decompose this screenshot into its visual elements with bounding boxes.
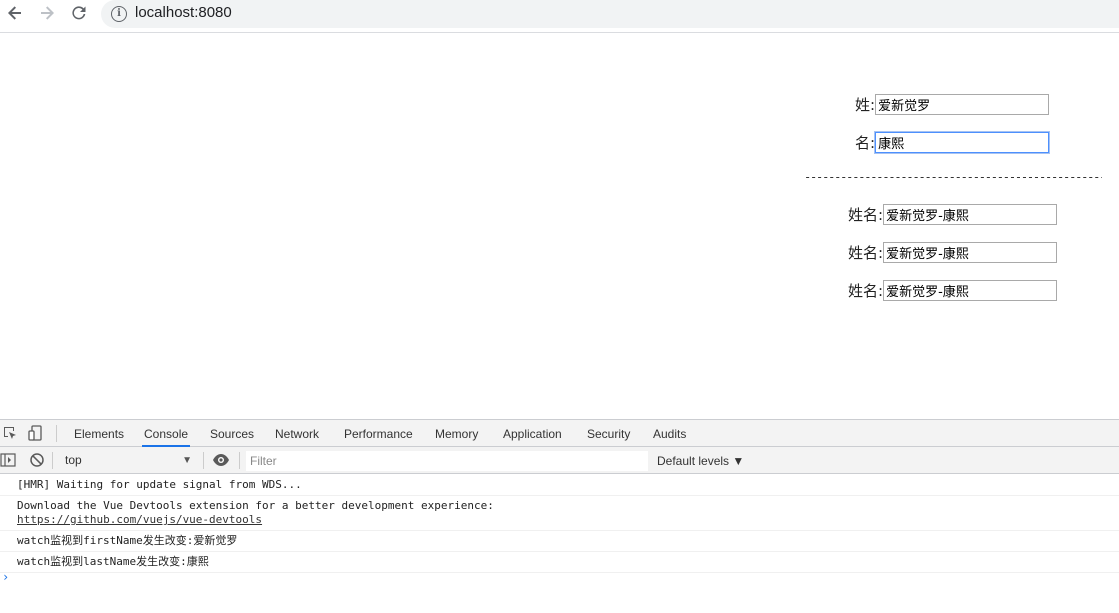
console-message: watch监视到firstName发生改变:爱新觉罗 [0, 531, 1119, 552]
inspect-element-icon[interactable] [2, 425, 18, 441]
last-name-row: 名: [855, 131, 1050, 153]
tab-performance[interactable]: Performance [342, 420, 415, 447]
console-message: Download the Vue Devtools extension for … [0, 496, 1119, 531]
reload-icon[interactable] [67, 4, 91, 26]
full-name-row-3: 姓名: [848, 279, 1058, 301]
devtools-panel: Elements Console Sources Network Perform… [0, 419, 1119, 612]
filter-input[interactable]: Filter [246, 451, 648, 471]
full-name-label: 姓名: [848, 205, 884, 224]
tab-console[interactable]: Console [142, 420, 191, 447]
console-message-text: Download the Vue Devtools extension for … [17, 499, 494, 512]
first-name-input[interactable] [875, 93, 1050, 115]
full-name-input-3[interactable] [883, 279, 1058, 301]
toolbar-separator [56, 425, 57, 442]
toolbar-separator [203, 452, 204, 469]
context-selector-value: top [65, 453, 82, 467]
device-toolbar-icon[interactable] [28, 425, 44, 441]
console-toolbar: top ▼ Filter Default levels ▼ [0, 447, 1119, 474]
tab-audits[interactable]: Audits [651, 420, 688, 447]
live-expression-icon[interactable] [212, 452, 229, 468]
full-name-row-1: 姓名: [848, 203, 1058, 225]
devtools-tab-bar: Elements Console Sources Network Perform… [0, 420, 1119, 447]
full-name-input-2[interactable] [883, 241, 1058, 263]
full-name-label: 姓名: [848, 281, 884, 300]
tab-memory[interactable]: Memory [433, 420, 480, 447]
address-bar[interactable]: i localhost:8080 [101, 0, 1119, 28]
first-name-row: 姓: [855, 93, 1050, 115]
clear-console-icon[interactable] [29, 452, 45, 468]
forward-arrow-icon[interactable] [35, 4, 59, 26]
toolbar-separator [52, 452, 53, 469]
console-message: [HMR] Waiting for update signal from WDS… [0, 475, 1119, 496]
url-text: localhost:8080 [135, 4, 232, 21]
last-name-label: 名: [855, 133, 876, 152]
console-sidebar-icon[interactable] [0, 452, 16, 468]
first-name-label: 姓: [855, 95, 876, 114]
info-icon[interactable]: i [111, 6, 127, 22]
tab-application[interactable]: Application [501, 420, 564, 447]
tab-sources[interactable]: Sources [208, 420, 256, 447]
full-name-row-2: 姓名: [848, 241, 1058, 263]
console-message: watch监视到lastName发生改变:康熙 [0, 552, 1119, 573]
full-name-label: 姓名: [848, 243, 884, 262]
browser-toolbar: i localhost:8080 [0, 0, 1119, 33]
console-output: [HMR] Waiting for update signal from WDS… [0, 475, 1119, 613]
toolbar-separator [239, 452, 240, 469]
back-arrow-icon[interactable] [3, 4, 27, 26]
full-name-input-1[interactable] [883, 203, 1058, 225]
default-levels-dropdown[interactable]: Default levels ▼ [657, 451, 744, 471]
last-name-input[interactable] [875, 131, 1050, 153]
console-prompt[interactable]: › [2, 570, 9, 584]
tab-security[interactable]: Security [585, 420, 632, 447]
tab-elements[interactable]: Elements [72, 420, 126, 447]
vue-devtools-link[interactable]: https://github.com/vuejs/vue-devtools [17, 513, 1119, 527]
tab-network[interactable]: Network [273, 420, 321, 447]
chevron-down-icon: ▼ [182, 455, 192, 466]
context-selector[interactable]: top ▼ [58, 451, 198, 470]
divider-line: ----------------------------------------… [804, 170, 1102, 184]
page-content: 姓: 名: ----------------------------------… [0, 33, 1119, 419]
